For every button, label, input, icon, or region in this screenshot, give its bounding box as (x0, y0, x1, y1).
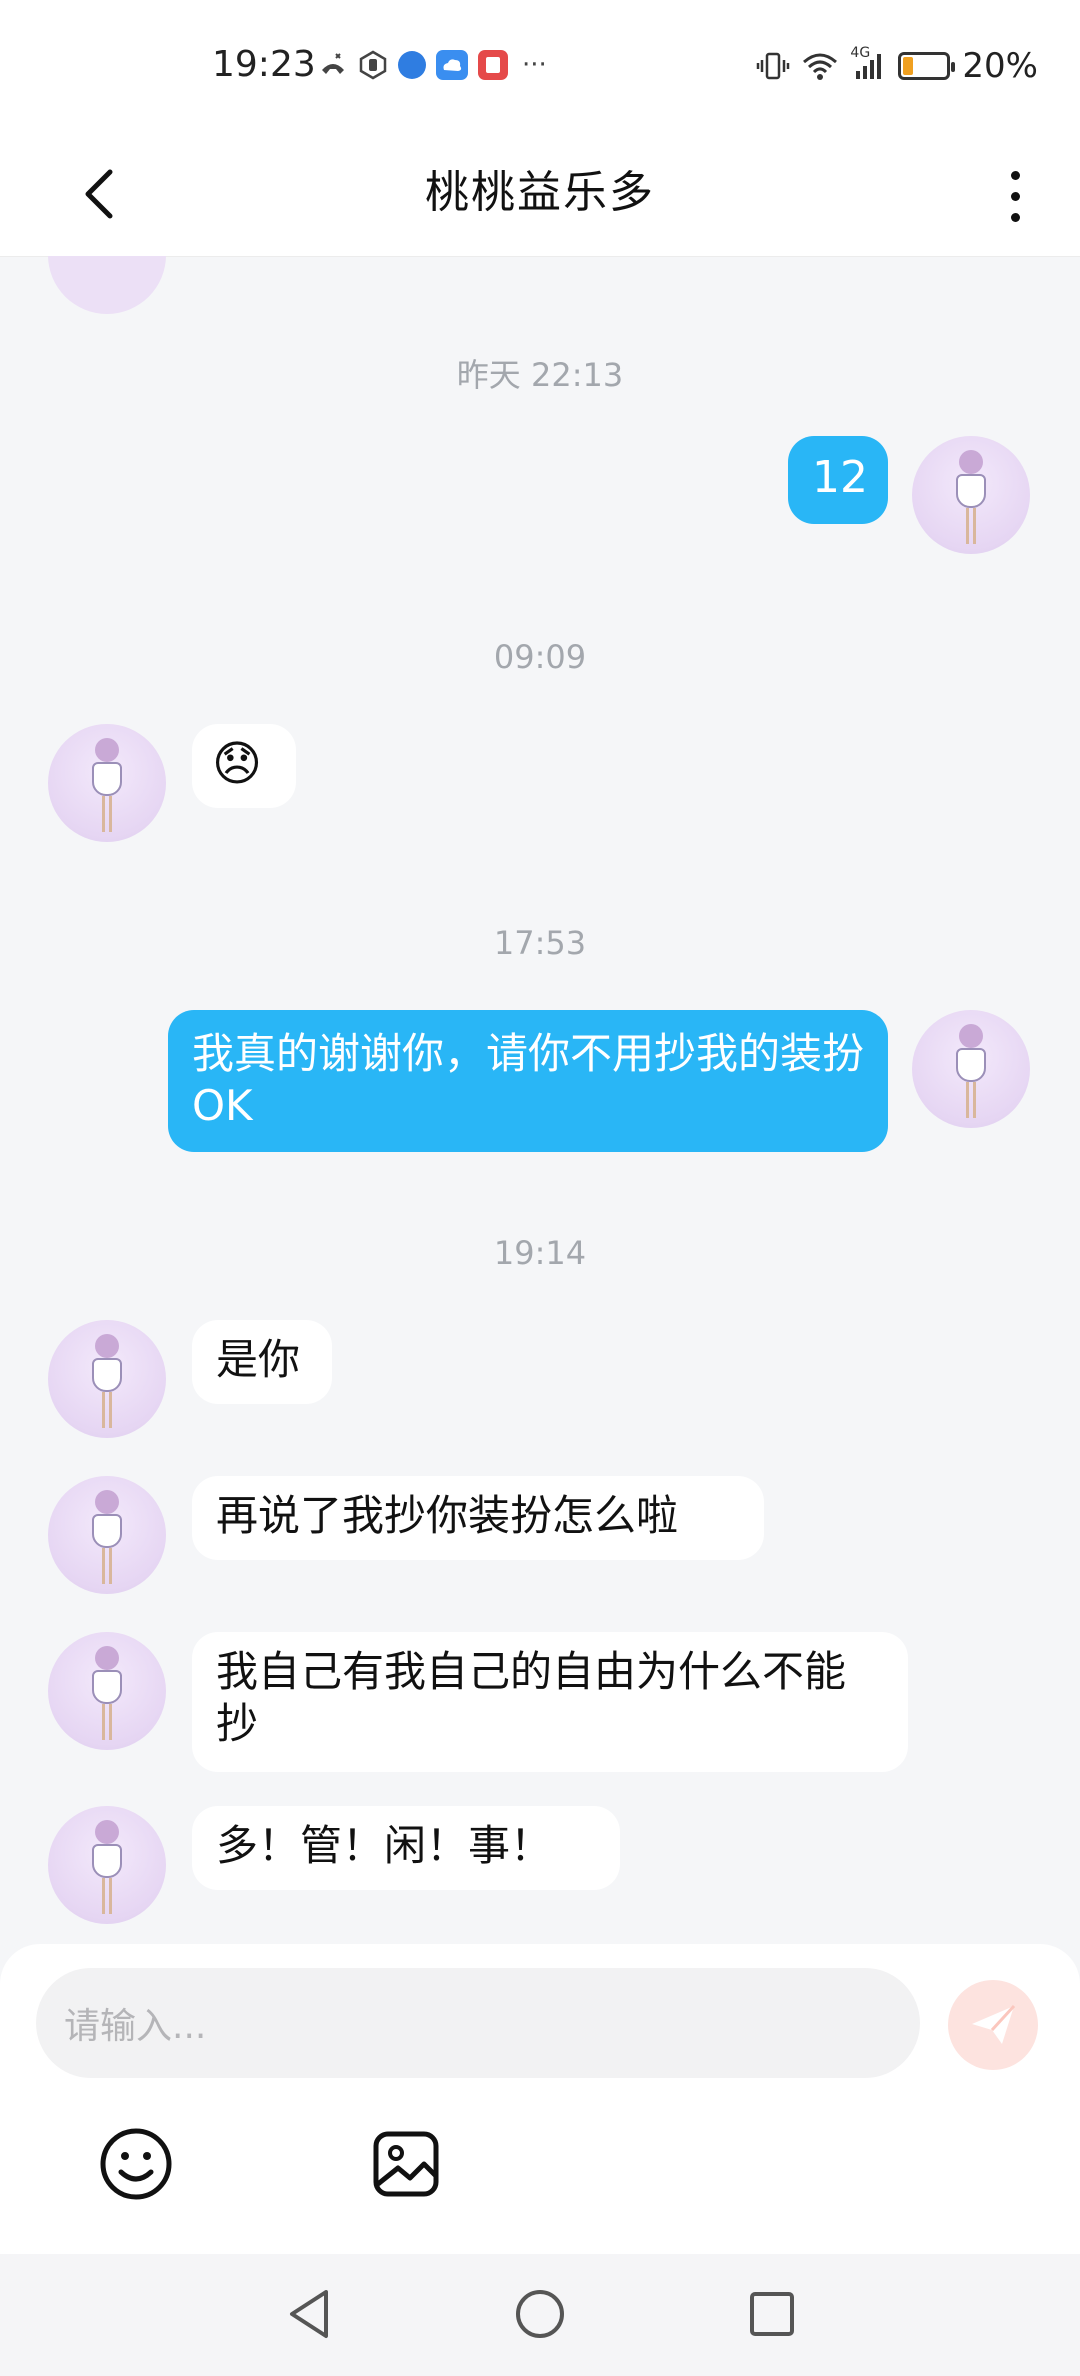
send-button[interactable] (948, 1980, 1038, 2070)
outgoing-message[interactable]: 我真的谢谢你，请你不用抄我的装扮OK (168, 1010, 888, 1152)
more-dot-icon (1010, 170, 1020, 180)
notification-icons: ··· (318, 50, 547, 80)
avatar-contact[interactable] (48, 1476, 166, 1594)
more-notifications: ··· (522, 50, 547, 80)
incoming-message[interactable]: 再说了我抄你装扮怎么啦 (192, 1476, 764, 1560)
system-nav-bar (0, 2254, 1080, 2376)
avatar-self[interactable] (912, 1010, 1030, 1128)
avatar-figure-body (92, 762, 122, 796)
status-time: 19:23 (212, 44, 316, 85)
incoming-message[interactable]: 😞 (192, 724, 296, 808)
message-input[interactable]: 请输入... (36, 1968, 920, 2078)
message-composer: 请输入... (0, 1944, 1080, 2254)
avatar-figure (959, 450, 983, 474)
wifi-icon (803, 53, 838, 80)
avatar-figure-legs (102, 1392, 112, 1428)
nav-home-icon[interactable] (510, 2284, 570, 2344)
send-icon (972, 2004, 1016, 2044)
avatar-figure-body (956, 474, 986, 508)
signal-icon: 4G (850, 45, 886, 81)
chat-messages[interactable]: 昨天 22:13 12 09:09 😞 17:53 我真的谢谢你，请你不用抄我的… (0, 256, 1080, 1946)
battery-icon (898, 52, 956, 80)
network-type: 4G (850, 45, 871, 61)
avatar-figure (95, 738, 119, 762)
emoji-button[interactable] (98, 2126, 174, 2202)
timestamp: 昨天 22:13 (456, 356, 624, 394)
avatar-figure-legs (102, 1548, 112, 1584)
nav-recent-icon[interactable] (742, 2284, 802, 2344)
timestamp: 17:53 (493, 924, 587, 962)
battery-percent: 20% (962, 46, 1038, 86)
more-dot-icon (1010, 212, 1020, 222)
avatar-figure (95, 1820, 119, 1844)
missed-call-icon (322, 53, 344, 74)
avatar-figure-legs (966, 1082, 976, 1118)
avatar-figure (959, 1024, 983, 1048)
incoming-message[interactable]: 多！管！闲！事！ (192, 1806, 620, 1890)
status-right: 4G 20% (756, 45, 1038, 86)
avatar-figure-body (92, 1844, 122, 1878)
cloud-icon (436, 50, 468, 80)
avatar-figure-legs (102, 796, 112, 832)
avatar-figure-legs (102, 1704, 112, 1740)
vibrate-icon (757, 52, 790, 80)
outgoing-message[interactable]: 12 (788, 436, 888, 524)
incoming-message[interactable]: 我自己有我自己的自由为什么不能抄 (192, 1632, 908, 1772)
avatar-figure (95, 1490, 119, 1514)
avatar-contact[interactable] (48, 1806, 166, 1924)
incoming-message[interactable]: 是你 (192, 1320, 332, 1404)
avatar-self[interactable] (912, 436, 1030, 554)
avatar-contact[interactable] (48, 724, 166, 842)
avatar-figure (95, 1646, 119, 1670)
avatar-contact[interactable] (48, 1632, 166, 1750)
avatar-figure (95, 1334, 119, 1358)
chat-header: 桃桃益乐多 (0, 130, 1080, 257)
avatar-contact[interactable] (48, 1320, 166, 1438)
avatar-figure-legs (966, 508, 976, 544)
timestamp: 19:14 (493, 1234, 587, 1272)
image-icon (373, 2131, 439, 2197)
timestamp: 09:09 (493, 638, 587, 676)
more-dot-icon (1010, 191, 1020, 201)
app-blue-icon (398, 51, 426, 79)
smile-icon (100, 2128, 172, 2200)
page-title: 桃桃益乐多 (425, 167, 655, 218)
avatar-figure-body (956, 1048, 986, 1082)
battery-fill (903, 57, 914, 75)
nav-back-icon[interactable] (280, 2284, 340, 2344)
status-bar: 19:23 ··· 4G 20% (0, 0, 1080, 130)
hand-icon (359, 50, 387, 80)
avatar-figure-body (92, 1358, 122, 1392)
more-options-button[interactable] (990, 156, 1040, 236)
avatar-figure-body (92, 1514, 122, 1548)
avatar-figure-body (92, 1670, 122, 1704)
app-red-icon (478, 50, 508, 80)
image-button[interactable] (370, 2128, 442, 2200)
avatar-figure-legs (102, 1878, 112, 1914)
avatar[interactable] (48, 256, 166, 314)
